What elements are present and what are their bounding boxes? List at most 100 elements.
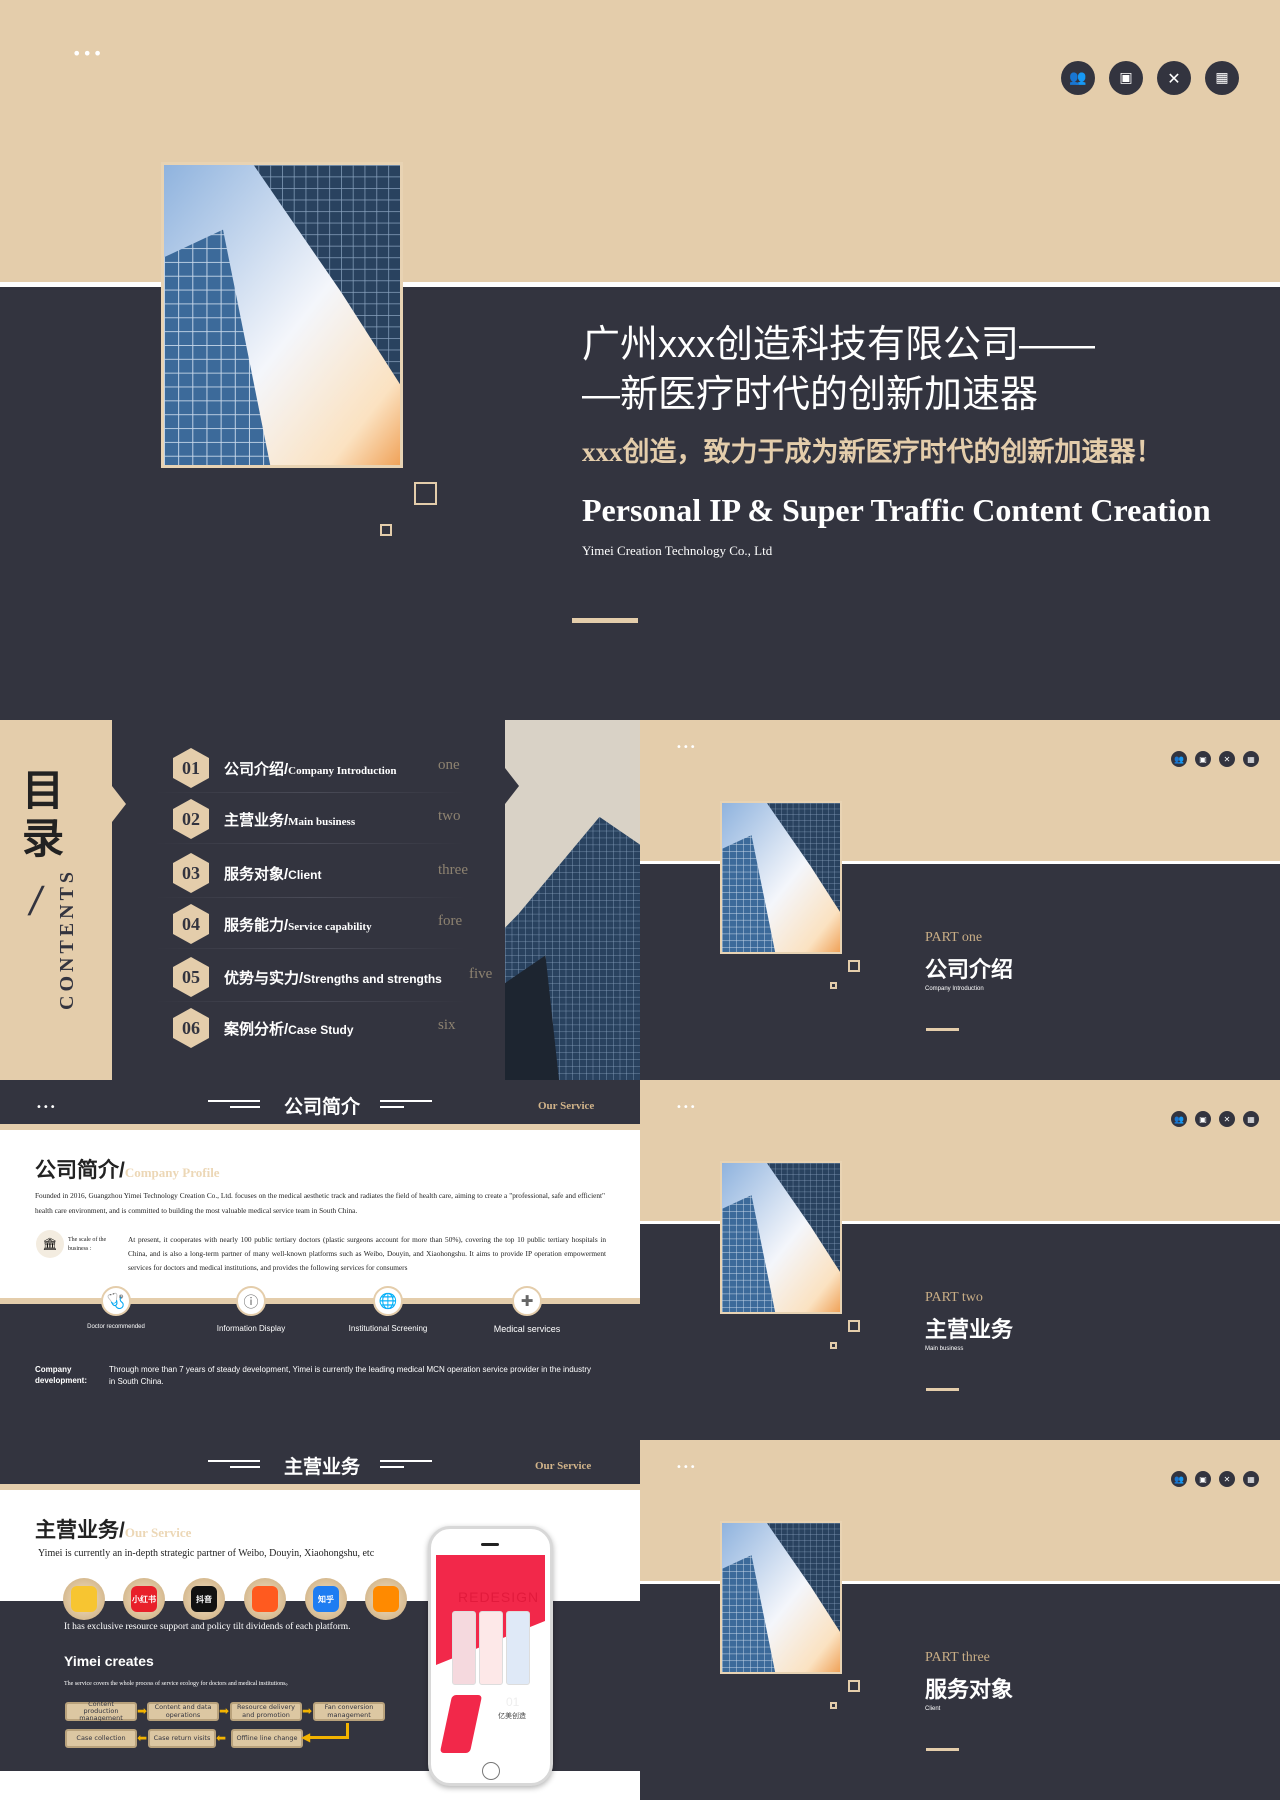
creates-note: The service covers the whole process of …	[64, 1681, 292, 1687]
decor-square	[848, 1320, 860, 1332]
tools-icon[interactable]: ✕	[1219, 1471, 1235, 1487]
building-photo	[161, 162, 403, 468]
item-label: 主营业务/Main business	[224, 809, 355, 830]
team-icon[interactable]: 👥	[1171, 1471, 1187, 1487]
part-title: 服务对象	[925, 1677, 1014, 1702]
menu-dots-icon[interactable]: •••	[676, 1103, 697, 1113]
team-icon[interactable]: 👥	[1061, 61, 1095, 95]
decor-square-small	[830, 1702, 837, 1709]
contents-item[interactable]: 01 公司介绍/Company Introduction one	[155, 748, 505, 788]
cover-slogan: xxx创造，致力于成为新医疗时代的创新加速器！	[582, 437, 1163, 467]
header-icons: 👥 ▣ ✕ ▦	[1171, 751, 1259, 767]
dev-text: Through more than 7 years of steady deve…	[109, 1365, 592, 1386]
contents-list: 01 公司介绍/Company Introduction one 02 主营业务/…	[155, 720, 505, 1080]
tools-icon[interactable]: ✕	[1219, 1111, 1235, 1127]
scale-text: At present, it cooperates with nearly 10…	[128, 1235, 606, 1272]
phone-home-button[interactable]	[482, 1762, 500, 1780]
service-label: Institutional Screening	[348, 1324, 428, 1333]
contents-item[interactable]: 05 优势与实力/Strengths and strengths five	[155, 957, 505, 997]
profile-slide: ••• 公司简介 Our Service 公司简介/Company Profil…	[0, 1080, 640, 1440]
contents-item[interactable]: 03 服务对象/Client three	[155, 853, 505, 893]
contents-title-en: CONTENTS	[56, 867, 78, 1010]
calendar-icon[interactable]: ▦	[1243, 1111, 1259, 1127]
kuaishou-icon[interactable]	[244, 1578, 286, 1620]
menu-dots-icon[interactable]: •••	[36, 1103, 57, 1113]
cover-english-title: Personal IP & Super Traffic Content Crea…	[582, 492, 1211, 528]
team-icon[interactable]: 👥	[1171, 751, 1187, 767]
contents-title-cn: 目录	[22, 768, 64, 864]
phone-mockup: REDESIGN 01 亿美创造	[428, 1526, 553, 1786]
profile-title: 公司简介/Company Profile	[35, 1154, 220, 1184]
menu-dots-icon[interactable]: •••	[676, 743, 697, 753]
service-item: ✚ Medical services	[487, 1286, 567, 1335]
item-label: 优势与实力/Strengths and strengths	[224, 967, 442, 988]
notch-arrow	[112, 786, 126, 822]
building-photo	[720, 801, 842, 954]
item-label-en: Service capability	[288, 921, 372, 933]
creates-title: Yimei creates	[64, 1653, 154, 1669]
arrow-right-icon: ➡	[302, 1704, 313, 1718]
building-photo	[505, 720, 640, 1080]
item-label: 公司介绍/Company Introduction	[224, 758, 396, 779]
header-deco-right	[380, 1100, 432, 1108]
item-label: 服务能力/Service capability	[224, 914, 372, 935]
accent-line	[572, 618, 638, 623]
calendar-icon[interactable]: ▦	[1243, 1471, 1259, 1487]
header-icons: 👥 ▣ ✕ ▦	[1171, 1111, 1259, 1127]
return-arrow-head-icon: ◀	[301, 1730, 311, 1744]
char-mu: 目	[22, 769, 65, 815]
contents-item[interactable]: 04 服务能力/Service capability fore	[155, 904, 505, 944]
business-slide: 主营业务 Our Service 主营业务/Our Service Yimei …	[0, 1440, 640, 1800]
service-label: Medical services	[493, 1324, 561, 1334]
weibo-icon[interactable]	[63, 1578, 105, 1620]
presentation-icon[interactable]: ▣	[1109, 61, 1143, 95]
contents-item[interactable]: 06 案例分析/Case Study six	[155, 1008, 505, 1048]
section-divider-slide: ••• 👥 ▣ ✕ ▦ PART three 服务对象 Client	[640, 1440, 1280, 1800]
phone-screen: REDESIGN 01 亿美创造	[436, 1555, 545, 1755]
part-subtitle: Company Introduction	[925, 986, 984, 992]
item-label-cn: 公司介绍/	[224, 761, 289, 778]
flow-step: Resource delivery and promotion	[230, 1702, 302, 1721]
decor-square-small	[830, 982, 837, 989]
douyin-icon[interactable]: 抖音	[183, 1578, 225, 1620]
item-number-badge: 06	[173, 1008, 209, 1048]
menu-dots-icon[interactable]: •••	[676, 1463, 697, 1473]
tools-icon[interactable]: ✕	[1219, 751, 1235, 767]
header-underline	[0, 1484, 640, 1490]
presentation-icon[interactable]: ▣	[1195, 751, 1211, 767]
calendar-icon[interactable]: ▦	[1205, 61, 1239, 95]
calendar-icon[interactable]: ▦	[1243, 751, 1259, 767]
item-word: six	[438, 1017, 456, 1033]
header-icons: 👥 ▣ ✕ ▦	[1061, 61, 1239, 95]
platform-label: 小红书	[131, 1586, 157, 1612]
part-label: PART three	[925, 1650, 990, 1665]
xiaohongshu-icon[interactable]: 小红书	[123, 1578, 165, 1620]
cover-company-name: Yimei Creation Technology Co., Ltd	[582, 543, 773, 558]
row-divider	[155, 1001, 465, 1002]
phone-tilted-device	[439, 1695, 483, 1753]
item-label-en: Case Study	[288, 1023, 354, 1037]
profile-intro: Founded in 2016, Guangzhou Yimei Technol…	[35, 1191, 605, 1215]
title-en: Our Service	[124, 1525, 192, 1540]
menu-dots-icon[interactable]: •••	[72, 46, 103, 62]
zhihu-icon[interactable]: 知乎	[305, 1578, 347, 1620]
business-subtitle: Yimei is currently an in-depth strategic…	[38, 1548, 375, 1559]
service-item: 🌐 Institutional Screening	[348, 1286, 428, 1334]
item-number-badge: 05	[173, 957, 209, 997]
arrow-left-icon: ⬅	[216, 1731, 227, 1745]
contents-item[interactable]: 02 主营业务/Main business two	[155, 799, 505, 839]
team-icon[interactable]: 👥	[1171, 1111, 1187, 1127]
item-label-en: Company Introduction	[288, 765, 397, 777]
presentation-icon[interactable]: ▣	[1195, 1471, 1211, 1487]
header-deco-right	[380, 1460, 432, 1468]
part-title: 公司介绍	[925, 957, 1014, 982]
dianping-icon[interactable]	[365, 1578, 407, 1620]
part-label: PART two	[925, 1290, 983, 1305]
title-en: Company Profile	[124, 1165, 220, 1180]
info-icon: ⓘ	[236, 1286, 266, 1316]
decor-square-small	[380, 524, 392, 536]
decor-square-small	[830, 1342, 837, 1349]
service-label: Information Display	[216, 1324, 286, 1333]
tools-icon[interactable]: ✕	[1157, 61, 1191, 95]
presentation-icon[interactable]: ▣	[1195, 1111, 1211, 1127]
